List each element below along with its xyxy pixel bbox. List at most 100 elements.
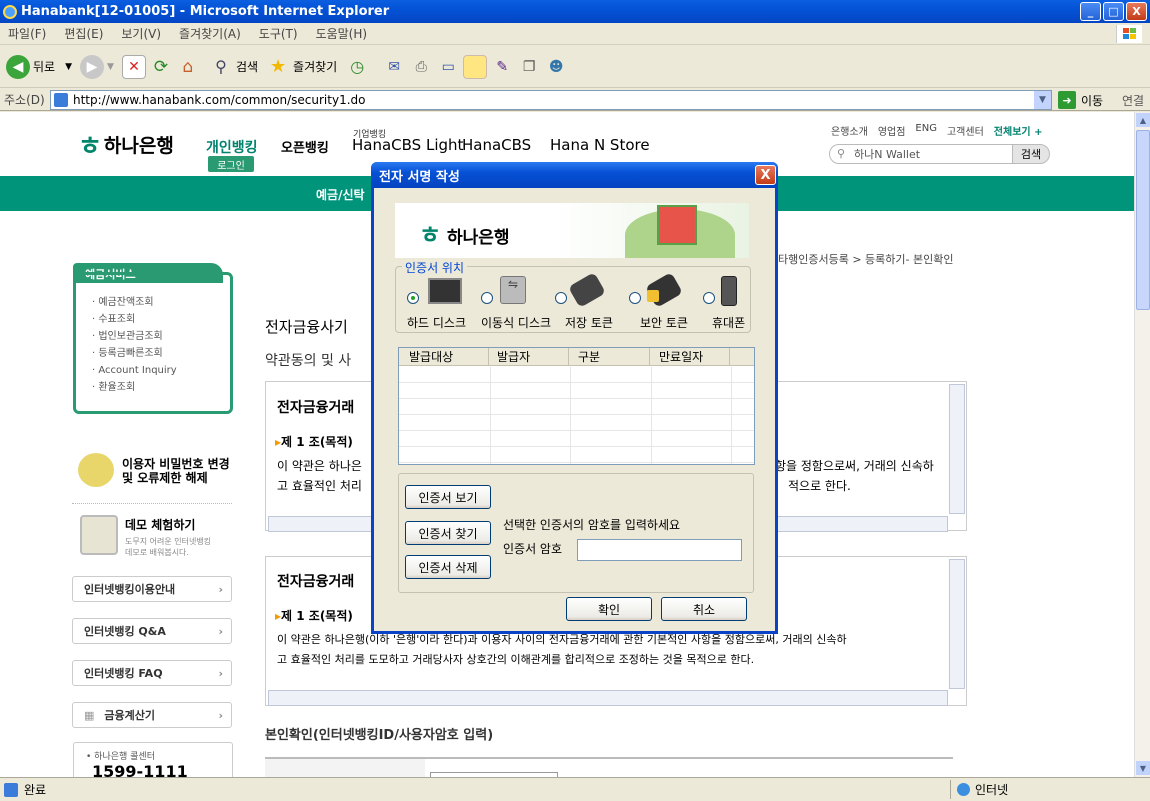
menu-favorites[interactable]: 즐겨찾기(A): [179, 25, 241, 42]
article-1-title: ▸제 1 조(목적): [275, 435, 353, 449]
close-button[interactable]: X: [1126, 2, 1147, 21]
column-issuer[interactable]: 발급자: [489, 348, 569, 365]
hana-logo[interactable]: ㅎ 하나은행: [78, 126, 174, 163]
terms-title-1: 전자금융거래: [277, 400, 355, 416]
dropdown-arrow-icon[interactable]: ▼: [65, 62, 72, 72]
links-label[interactable]: 연결: [1122, 92, 1144, 109]
side-item-exchange[interactable]: · 환율조회: [92, 379, 230, 396]
dialog-title: 전자 서명 작성: [379, 169, 460, 185]
home-icon[interactable]: ⌂: [176, 55, 200, 79]
menu-file[interactable]: 파일(F): [8, 25, 46, 42]
back-button[interactable]: ◀ 뒤로 ▼: [6, 54, 72, 79]
util-link-eng[interactable]: ENG: [915, 123, 937, 138]
nav-hana-n-store[interactable]: Hana N Store: [550, 136, 650, 154]
edit-icon[interactable]: ▭: [436, 55, 460, 79]
dropdown-arrow-icon[interactable]: ▼: [107, 62, 114, 72]
internet-globe-icon: [957, 783, 970, 796]
stop-icon[interactable]: ✕: [121, 54, 146, 79]
demo-desc-2: 데모로 배워봅시다.: [125, 548, 189, 557]
side-item-tuition[interactable]: · 등록금빠른조회: [92, 345, 230, 362]
side-link-guide[interactable]: 인터넷뱅킹이용안내: [72, 576, 232, 602]
address-input[interactable]: http://www.hanabank.com/common/security1…: [50, 90, 1052, 110]
radio-phone[interactable]: [703, 292, 715, 304]
column-expiry[interactable]: 만료일자: [650, 348, 730, 365]
hana-logo-icon: ㅎ: [419, 221, 442, 249]
address-bar: 주소(D) http://www.hanabank.com/common/sec…: [0, 89, 1150, 111]
terms-title-2: 전자금융거래: [277, 574, 355, 590]
side-link-qna[interactable]: 인터넷뱅킹 Q&A: [72, 618, 232, 644]
site-search-button[interactable]: 검색: [1012, 144, 1050, 164]
ok-button[interactable]: 확인: [566, 597, 652, 621]
radio-secure-token[interactable]: [629, 292, 641, 304]
radio-storage-token[interactable]: [555, 292, 567, 304]
padlock-icon: [647, 290, 659, 302]
side-item-check[interactable]: · 수표조회: [92, 311, 230, 328]
scroll-down-icon[interactable]: ▼: [1136, 761, 1150, 775]
research-icon[interactable]: ❐: [517, 55, 541, 79]
cancel-button[interactable]: 취소: [661, 597, 747, 621]
note-icon[interactable]: [463, 54, 488, 79]
side-link-faq[interactable]: 인터넷뱅킹 FAQ: [72, 660, 232, 686]
cert-list[interactable]: 발급대상 발급자 구분 만료일자: [398, 347, 755, 465]
users-icon[interactable]: ☻: [544, 55, 568, 79]
side-item-balance[interactable]: · 예금잔액조회: [92, 294, 230, 311]
side-item-account-inquiry[interactable]: · Account Inquiry: [92, 362, 230, 379]
dialog-close-button[interactable]: X: [755, 165, 776, 185]
radio-harddisk[interactable]: [407, 292, 419, 304]
password-reset-link[interactable]: 이용자 비밀번호 변경 및 오류제한 해제: [122, 457, 230, 485]
dialog-title-bar[interactable]: 전자 서명 작성 X: [371, 162, 778, 188]
login-button[interactable]: 로그인: [208, 156, 254, 172]
util-link-branch[interactable]: 영업점: [878, 123, 906, 138]
hana-logo-icon: ㅎ: [78, 132, 102, 162]
terms-hscroll-2[interactable]: [268, 690, 948, 706]
column-type[interactable]: 구분: [569, 348, 650, 365]
calculator-link[interactable]: ▦ 금융계산기: [72, 702, 232, 728]
monitor-icon: [428, 278, 462, 304]
maximize-button[interactable]: □: [1103, 2, 1124, 21]
messenger-icon[interactable]: ✎: [490, 55, 514, 79]
search-button[interactable]: ⚲ 검색: [209, 55, 258, 79]
nav-deposit-trust[interactable]: 예금/신탁: [316, 186, 365, 203]
favorites-button[interactable]: ★ 즐겨찾기: [266, 55, 337, 79]
view-cert-button[interactable]: 인증서 보기: [405, 485, 491, 509]
site-search-input[interactable]: ⚲ 하나N Wallet: [829, 144, 1013, 164]
cert-password-input[interactable]: [577, 539, 742, 561]
address-dropdown-icon[interactable]: ▼: [1034, 91, 1051, 109]
page-vscroll[interactable]: ▲ ▼: [1134, 112, 1150, 777]
menu-view[interactable]: 보기(V): [121, 25, 161, 42]
nav-hanacbs-light[interactable]: HanaCBS Light: [352, 136, 463, 154]
go-button[interactable]: ➜ 이동: [1058, 91, 1103, 109]
refresh-icon[interactable]: ⟳: [149, 55, 173, 79]
util-link-about[interactable]: 은행소개: [831, 123, 868, 138]
terms-vscroll-2[interactable]: [949, 559, 965, 689]
nav-open-banking[interactable]: 오픈뱅킹: [281, 137, 329, 156]
print-icon[interactable]: ⎙: [409, 55, 433, 79]
minimize-button[interactable]: _: [1080, 2, 1101, 21]
menu-tools[interactable]: 도구(T): [259, 25, 298, 42]
menu-edit[interactable]: 편집(E): [64, 25, 103, 42]
side-item-deposit[interactable]: · 법인보관금조회: [92, 328, 230, 345]
password-label: 인증서 암호: [503, 542, 563, 556]
terms-text-right2: 적으로 한다.: [788, 479, 851, 493]
radio-removable[interactable]: [481, 292, 493, 304]
back-label: 뒤로: [33, 60, 56, 74]
demo-link[interactable]: 데모 체험하기 도무지 어려운 인터넷뱅킹 데모로 배워봅시다.: [125, 516, 211, 558]
menu-help[interactable]: 도움말(H): [316, 25, 368, 42]
util-link-all[interactable]: 전체보기 +: [994, 123, 1043, 138]
forward-button[interactable]: ▶ ▼: [80, 54, 114, 79]
scroll-up-icon[interactable]: ▲: [1136, 113, 1150, 127]
nav-personal-banking[interactable]: 개인뱅킹: [206, 137, 258, 157]
nav-hanacbs[interactable]: HanaCBS: [462, 136, 531, 154]
scroll-thumb[interactable]: [1136, 130, 1150, 310]
call-center-box: • 하나은행 콜센터 1599-1111: [73, 742, 233, 777]
mail-icon[interactable]: ✉: [382, 55, 406, 79]
delete-cert-button[interactable]: 인증서 삭제: [405, 555, 491, 579]
go-label: 이동: [1081, 93, 1104, 108]
window-title-bar[interactable]: Hanabank[12-01005] - Microsoft Internet …: [0, 0, 1150, 23]
column-subject[interactable]: 발급대상: [399, 348, 489, 365]
util-link-customer[interactable]: 고객센터: [947, 123, 984, 138]
terms-vscroll-1[interactable]: [949, 384, 965, 514]
find-cert-button[interactable]: 인증서 찾기: [405, 521, 491, 545]
terms-text-a: 이 약관은 하나은: [277, 459, 362, 473]
history-icon[interactable]: ◷: [345, 55, 369, 79]
